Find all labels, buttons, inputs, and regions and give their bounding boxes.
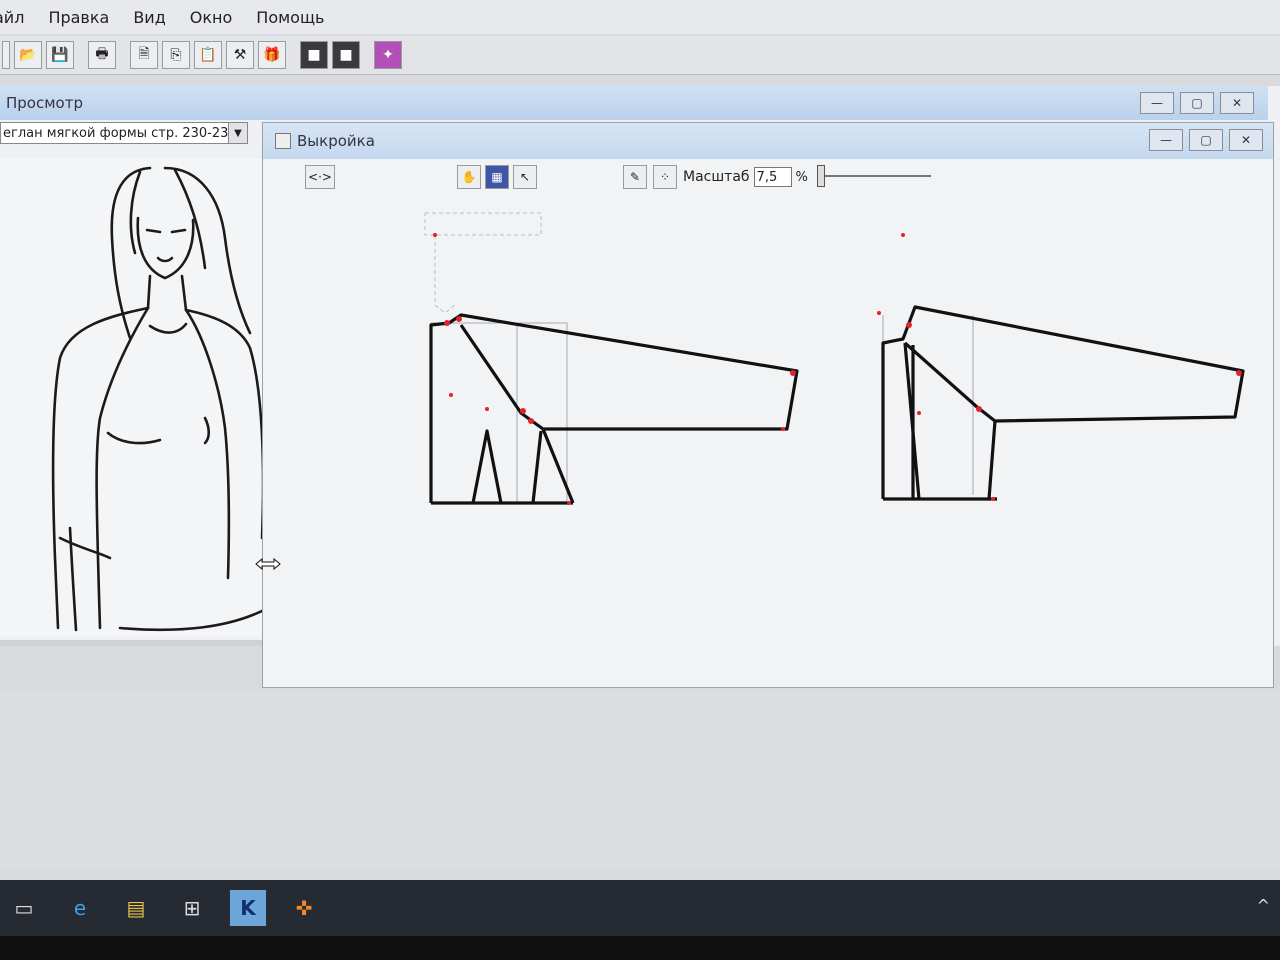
pointer-tool-icon[interactable]: ↖	[513, 165, 537, 189]
main-toolbar: 📂 💾 🖶 🗎 ⎘ 📋 ⚒ 🎁 ■ ■ ✦	[0, 36, 1280, 75]
control-point	[485, 407, 489, 411]
pattern-edit-icon[interactable]: ✎	[623, 165, 647, 189]
minimize-icon[interactable]: —	[1149, 129, 1183, 151]
model-select[interactable]: еглан мягкой формы стр. 230-234 ▼	[0, 122, 248, 144]
control-point	[456, 316, 462, 322]
gift-icon[interactable]: 🎁	[258, 41, 286, 69]
menu-file[interactable]: айл	[0, 8, 36, 27]
hand-tool-icon[interactable]: ✋	[457, 165, 481, 189]
desktop-area	[0, 690, 1280, 870]
copy-icon[interactable]: ⎘	[162, 41, 190, 69]
menu-bar: айл Правка Вид Окно Помощь	[0, 0, 1280, 34]
minimize-icon[interactable]: —	[1140, 92, 1174, 114]
pattern-app-icon	[275, 133, 291, 149]
control-point	[917, 411, 921, 415]
control-point	[991, 497, 995, 501]
back-underarm	[987, 420, 997, 500]
save-icon[interactable]: 💾	[46, 41, 74, 69]
chevron-down-icon[interactable]: ▼	[228, 123, 247, 143]
tray-chevron-icon[interactable]: ^	[1257, 896, 1270, 915]
control-point	[567, 501, 571, 505]
black-square-icon[interactable]: ■	[300, 41, 328, 69]
maximize-icon[interactable]: ▢	[1189, 129, 1223, 151]
pattern-title: Выкройка	[297, 132, 375, 150]
open-folder-icon[interactable]: 📂	[14, 41, 42, 69]
menu-help[interactable]: Помощь	[244, 8, 336, 27]
control-point	[781, 427, 785, 431]
control-point	[906, 322, 912, 328]
black-square-icon[interactable]: ■	[332, 41, 360, 69]
close-icon[interactable]: ✕	[1220, 92, 1254, 114]
edge-icon[interactable]: e	[62, 890, 98, 926]
preview-title: Просмотр	[6, 94, 83, 112]
task-view-icon[interactable]: ▭	[6, 890, 42, 926]
scale-unit: %	[795, 169, 808, 185]
scale-input[interactable]: 7,5	[753, 167, 792, 187]
construction-guide	[424, 212, 542, 236]
menu-window[interactable]: Окно	[178, 8, 245, 27]
tools-icon[interactable]: ⚒	[226, 41, 254, 69]
scale-label: Масштаб	[683, 169, 750, 185]
construction-guide	[430, 322, 568, 504]
preview-status-strip	[0, 640, 272, 646]
resize-cursor-icon	[255, 557, 281, 571]
pattern-window: Выкройка — ▢ ✕ <·> ✋ ▦ ↖ ✎ ⁘ Масштаб 7,5…	[262, 122, 1274, 688]
clipboard-icon[interactable]: 📋	[194, 41, 222, 69]
preview-title-bar[interactable]: Просмотр — ▢ ✕	[0, 86, 1268, 120]
scale-slider-thumb[interactable]	[817, 165, 825, 187]
front-dart	[471, 429, 503, 504]
menu-edit[interactable]: Правка	[36, 8, 121, 27]
orange-app-icon[interactable]: ✜	[286, 890, 322, 926]
menu-view[interactable]: Вид	[121, 8, 177, 27]
control-point	[901, 233, 905, 237]
front-underarm	[541, 428, 575, 504]
new-icon[interactable]	[2, 41, 10, 69]
back-piece-outline	[881, 305, 1245, 499]
control-point	[790, 370, 796, 376]
pattern-title-bar[interactable]: Выкройка — ▢ ✕	[263, 123, 1273, 159]
k-app-icon[interactable]: K	[230, 890, 266, 926]
close-icon[interactable]: ✕	[1229, 129, 1263, 151]
model-select-value: еглан мягкой формы стр. 230-234	[3, 125, 237, 141]
grid-tool-icon[interactable]: ▦	[485, 165, 509, 189]
print-icon[interactable]: 🖶	[88, 41, 116, 69]
points-tool-icon[interactable]: ⁘	[653, 165, 677, 189]
control-point	[976, 406, 982, 412]
front-side-seam	[531, 430, 543, 504]
preview-icon[interactable]: 🗎	[130, 41, 158, 69]
nav-button[interactable]: <·>	[305, 165, 335, 189]
construction-guide	[434, 304, 456, 314]
control-point	[520, 408, 526, 414]
pattern-toolbar: <·> ✋ ▦ ↖ ✎ ⁘ Масштаб 7,5 %	[263, 161, 1273, 193]
model-sketch	[0, 158, 270, 636]
control-point	[1236, 370, 1242, 376]
taskbar: ▭ e ▤ ⊞ K ✜ ^	[0, 880, 1280, 936]
control-point	[433, 233, 437, 237]
store-icon[interactable]: ⊞	[174, 890, 210, 926]
monitor-bezel	[0, 936, 1280, 960]
control-point	[449, 393, 453, 397]
control-point	[528, 418, 534, 424]
wand-icon[interactable]: ✦	[374, 41, 402, 69]
maximize-icon[interactable]: ▢	[1180, 92, 1214, 114]
pattern-canvas[interactable]	[273, 195, 1263, 681]
control-point	[877, 311, 881, 315]
scale-slider-track[interactable]	[819, 175, 931, 177]
file-explorer-icon[interactable]: ▤	[118, 890, 154, 926]
control-point	[444, 320, 450, 326]
